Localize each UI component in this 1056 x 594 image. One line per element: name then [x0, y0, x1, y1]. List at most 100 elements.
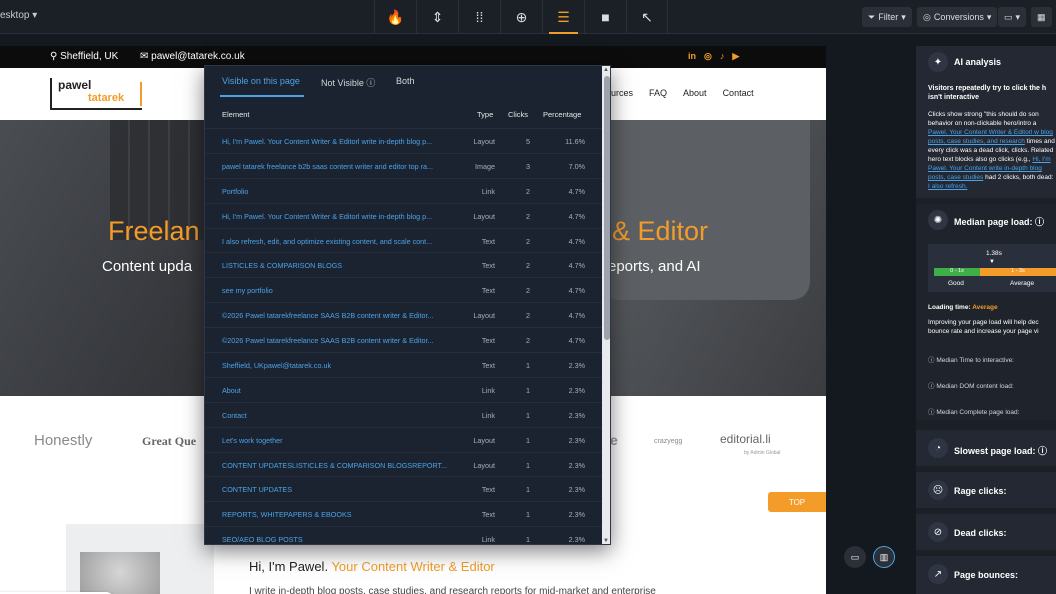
plus-circle-icon[interactable]: ⊕: [500, 0, 542, 34]
tiktok-icon[interactable]: ♪: [720, 51, 725, 62]
row-element[interactable]: Sheffield, UKpawel@tatarek.co.uk: [222, 361, 472, 370]
metric-dom-content-load[interactable]: ⓘ Median DOM content load:: [928, 380, 1056, 390]
row-element[interactable]: ©2026 Pawel tatarekfreelance SAAS B2B co…: [222, 336, 472, 345]
row-element[interactable]: ©2026 Pawel tatarekfreelance SAAS B2B co…: [222, 311, 472, 320]
conversions-button[interactable]: ◎ Conversions ▾: [917, 7, 998, 27]
table-row[interactable]: CONTENT UPDATESLISTICLES & COMPARISON BL…: [205, 451, 605, 477]
table-row[interactable]: ©2026 Pawel tatarekfreelance SAAS B2B co…: [205, 302, 605, 327]
grid-icon[interactable]: ⁞⁞: [458, 0, 500, 34]
row-percentage: 4.7%: [568, 286, 585, 296]
cursor-click-icon[interactable]: ↖: [626, 0, 668, 34]
site-logo[interactable]: pawel tatarek: [50, 78, 142, 110]
row-percentage: 4.7%: [568, 311, 585, 321]
ai-link-3[interactable]: I also refresh.: [928, 183, 967, 190]
row-percentage: 4.7%: [568, 261, 585, 271]
row-percentage: 2.3%: [568, 510, 585, 520]
flame-icon[interactable]: 🔥: [374, 0, 416, 34]
tab-both[interactable]: Both: [396, 76, 415, 86]
bar-average-label: Average: [1010, 280, 1035, 287]
table-row[interactable]: LISTICLES & COMPARISON BLOGS Text 2 4.7%: [205, 252, 605, 277]
table-row[interactable]: Let's work together Layout 1 2.3%: [205, 426, 605, 452]
col-type[interactable]: Type: [477, 110, 493, 119]
nav-faq[interactable]: FAQ: [649, 88, 667, 98]
youtube-icon[interactable]: ▶: [732, 51, 739, 62]
monitor-icon: ▭: [1004, 11, 1013, 22]
row-element[interactable]: pawel tatarek freelance b2b saas content…: [222, 162, 472, 171]
calendar-button[interactable]: ▦: [1031, 7, 1052, 27]
metric-time-to-interactive[interactable]: ⓘ Median Time to interactive:: [928, 354, 1056, 364]
brand-great-question: Great Que: [142, 434, 197, 448]
row-percentage: 4.7%: [568, 211, 585, 221]
metric-complete-page-load[interactable]: ⓘ Median Complete page load:: [928, 406, 1056, 416]
comment-icon[interactable]: ▭: [844, 546, 866, 568]
table-row[interactable]: Sheffield, UKpawel@tatarek.co.uk Text 1 2.3…: [205, 352, 605, 377]
scroll-down-icon[interactable]: ▼: [603, 538, 609, 544]
row-element[interactable]: Portfolio: [222, 187, 472, 196]
row-element[interactable]: REPORTS, WHITEPAPERS & EBOOKS: [222, 510, 472, 519]
social-links: in ◎ ♪ ▶: [688, 51, 739, 62]
back-to-top-button[interactable]: TOP: [768, 492, 826, 512]
col-element[interactable]: Element: [222, 110, 250, 119]
table-row[interactable]: pawel tatarek freelance b2b saas content…: [205, 152, 605, 178]
table-row[interactable]: About Link 1 2.3%: [205, 376, 605, 402]
list-icon[interactable]: ☰: [542, 0, 584, 34]
table-row[interactable]: see my portfolio Text 2 4.7%: [205, 277, 605, 302]
row-type: Image: [475, 161, 495, 171]
mail-icon: ✉: [140, 51, 152, 62]
scrollbar[interactable]: ▲ ▼: [602, 66, 610, 544]
row-clicks: 1: [526, 460, 530, 470]
table-row[interactable]: I also refresh, edit, and optimize exist…: [205, 227, 605, 253]
col-clicks[interactable]: Clicks: [508, 110, 528, 119]
tab-visible[interactable]: Visible on this page: [222, 76, 300, 86]
filter-icon: ⏷: [868, 11, 876, 22]
angry-face-icon: ☹: [928, 480, 948, 500]
col-percentage[interactable]: Percentage: [543, 110, 581, 119]
info-icon: ⓘ: [1035, 217, 1045, 227]
element-list-panel: Visible on this page Not Visible ⓘ Both …: [204, 65, 611, 545]
row-type: Layout: [473, 460, 495, 470]
table-row[interactable]: ©2026 Pawel tatarekfreelance SAAS B2B co…: [205, 327, 605, 352]
scroll-thumb[interactable]: [604, 76, 610, 340]
row-element[interactable]: I also refresh, edit, and optimize exist…: [222, 237, 472, 246]
row-element[interactable]: SEO/AEO BLOG POSTS: [222, 535, 472, 544]
improve-text: Improving your page load will help dec b…: [928, 319, 1039, 335]
table-row[interactable]: Hi, I'm Pawel. Your Content Writer & Edi…: [205, 202, 605, 228]
scroll-up-icon[interactable]: ▲: [603, 67, 609, 73]
row-element[interactable]: CONTENT UPDATES: [222, 485, 472, 494]
table-row[interactable]: Portfolio Link 2 4.7%: [205, 177, 605, 203]
table-row[interactable]: Hi, I'm Pawel. Your Content Writer & Edi…: [205, 128, 605, 153]
row-element[interactable]: Hi, I'm Pawel. Your Content Writer & Edi…: [222, 212, 472, 221]
bar-chart-icon[interactable]: ▥: [873, 546, 895, 568]
rage-clicks-section[interactable]: ☹ Rage clicks:: [916, 472, 1056, 508]
table-row[interactable]: Contact Link 1 2.3%: [205, 401, 605, 427]
location-text: ⚲ Sheffield, UK: [50, 51, 118, 62]
row-clicks: 2: [526, 261, 530, 271]
loading-time: Loading time: Average: [928, 304, 998, 311]
page-bounces-section[interactable]: ↗ Page bounces:: [916, 556, 1056, 594]
bar-good: 0 - 1s: [934, 268, 980, 276]
instagram-icon[interactable]: ◎: [704, 51, 712, 62]
tab-not-visible[interactable]: Not Visible ⓘ: [321, 76, 375, 89]
monitor-button[interactable]: ▭ ▾: [998, 7, 1027, 27]
brand-partial: e: [610, 432, 618, 448]
nav-about[interactable]: About: [683, 88, 707, 98]
slowest-load-section[interactable]: ◔ Slowest page load: ⓘ: [916, 430, 1056, 466]
table-row[interactable]: CONTENT UPDATES Text 1 2.3%: [205, 476, 605, 501]
device-selector[interactable]: esktop ▾: [0, 10, 37, 21]
filter-button[interactable]: ⏷ Filter ▾: [862, 7, 912, 27]
row-element[interactable]: CONTENT UPDATESLISTICLES & COMPARISON BL…: [222, 461, 472, 470]
table-row[interactable]: SEO/AEO BLOG POSTS Link 1 2.3%: [205, 526, 605, 544]
linkedin-icon[interactable]: in: [688, 51, 696, 62]
row-element[interactable]: About: [222, 386, 472, 395]
row-element[interactable]: LISTICLES & COMPARISON BLOGS: [222, 261, 472, 270]
video-icon[interactable]: ■: [584, 0, 626, 34]
nav-contact[interactable]: Contact: [723, 88, 754, 98]
dead-clicks-section[interactable]: ⊘ Dead clicks:: [916, 514, 1056, 550]
sort-icon[interactable]: ⇕: [416, 0, 458, 34]
row-element[interactable]: Let's work together: [222, 436, 472, 445]
row-element[interactable]: Hi, I'm Pawel. Your Content Writer & Edi…: [222, 137, 472, 146]
email-text[interactable]: ✉ pawel@tatarek.co.uk: [140, 51, 245, 62]
row-element[interactable]: see my portfolio: [222, 286, 472, 295]
row-element[interactable]: Contact: [222, 411, 472, 420]
table-row[interactable]: REPORTS, WHITEPAPERS & EBOOKS Text 1 2.3%: [205, 501, 605, 526]
